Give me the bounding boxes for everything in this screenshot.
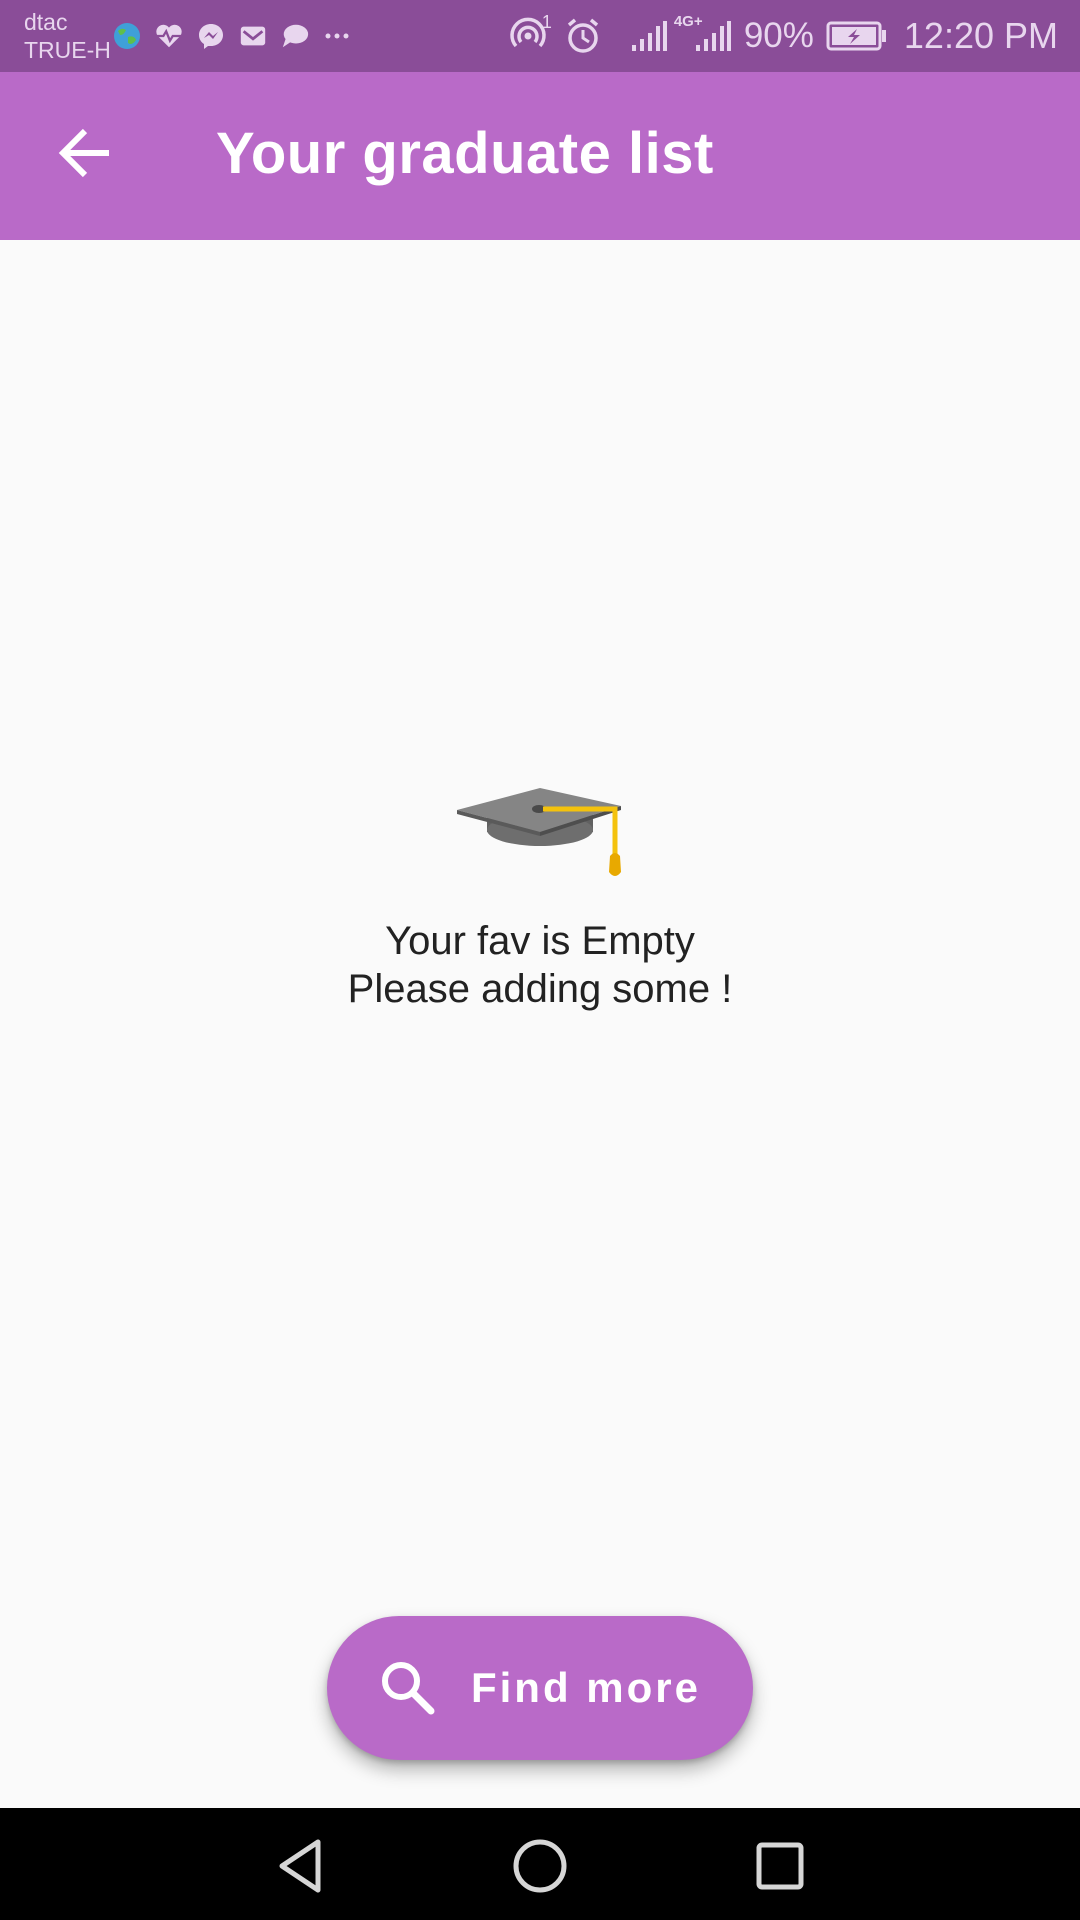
status-right: 1 4G+ 90% 12:20 PM (508, 12, 1058, 58)
back-triangle-icon (279, 1839, 321, 1893)
carrier-primary: dtac (24, 9, 68, 35)
arrow-back-icon (58, 128, 109, 178)
carrier-secondary: TRUE-H (24, 37, 111, 63)
system-nav-bar (0, 1808, 1080, 1920)
nav-back-button[interactable] (270, 1836, 330, 1896)
find-more-label: Find more (470, 1664, 701, 1711)
notification-icons (112, 18, 352, 54)
app-bar: Your graduate list (0, 72, 1080, 240)
battery-percent: 90% (743, 16, 814, 55)
empty-message-line1: Your fav is Empty (385, 919, 695, 963)
status-bar: dtac TRUE-H 1 4G+ 90% 12:20 PM (0, 0, 1080, 72)
heart-rate-icon (154, 21, 184, 51)
empty-state: Your fav is Empty Please adding some ! (0, 760, 1080, 1013)
mail-icon (238, 21, 268, 51)
network-type: 4G+ (673, 13, 703, 30)
signal-icon (630, 19, 668, 53)
clock: 12:20 PM (903, 15, 1058, 56)
empty-message-line2: Please adding some ! (347, 967, 733, 1011)
empty-message: Your fav is Empty Please adding some ! (0, 917, 1080, 1013)
hotspot-icon: 1 (508, 12, 552, 56)
find-more-button[interactable]: Find more (327, 1616, 753, 1760)
nav-home-button[interactable] (510, 1836, 570, 1896)
nav-recents-button[interactable] (750, 1836, 810, 1896)
carrier-info: dtac TRUE-H (24, 8, 111, 64)
messenger-icon (196, 21, 226, 51)
battery-charging-icon (826, 21, 888, 51)
chat-bubble-icon (280, 21, 310, 51)
globe-icon (112, 21, 142, 51)
screen: dtac TRUE-H 1 4G+ 90% 12:20 PM Your grad… (0, 0, 1080, 1920)
graduation-cap-icon (455, 760, 625, 884)
home-circle-icon (513, 1839, 567, 1893)
page-title: Your graduate list (216, 121, 714, 186)
back-button[interactable] (40, 108, 130, 198)
more-dots-icon (322, 21, 352, 51)
search-icon (381, 1662, 435, 1715)
alarm-icon (564, 17, 602, 55)
recents-square-icon (756, 1842, 804, 1890)
signal-4g-icon: 4G+ (674, 13, 732, 53)
hotspot-badge: 1 (541, 12, 552, 32)
